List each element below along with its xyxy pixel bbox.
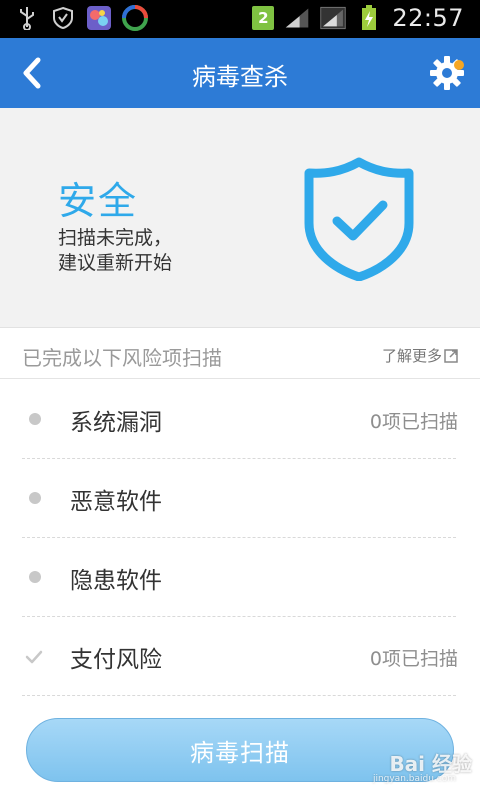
status-message-line2: 建议重新开始 [58,252,173,274]
learn-more-label: 了解更多 [381,347,442,365]
list-item-risky-software[interactable]: 隐患软件 [0,538,480,617]
status-dot-icon [28,491,42,505]
status-dot-icon [28,412,42,426]
notification-icons [14,5,148,31]
notification-dot [454,60,464,70]
checkmark-icon [25,649,43,664]
system-indicators: 2 22:57 [252,4,464,32]
scan-section-header: 已完成以下风险项扫描 了解更多 [0,329,480,379]
watermark-url: jingyan.baidu.com [372,774,456,784]
status-dot-icon [28,570,42,584]
status-message: 扫描未完成， 建议重新开始 [58,226,172,276]
list-item-payment-risk[interactable]: 支付风险 0项已扫描 [0,617,480,696]
list-item-malware[interactable]: 恶意软件 [0,459,480,538]
signal-strength-icon [320,5,346,31]
list-item-status: 0项已扫描 [369,648,458,670]
signal-icon [284,5,310,31]
colorful-app-icon [86,5,112,31]
divider [22,695,456,696]
section-title: 已完成以下风险项扫描 [22,346,222,370]
watermark-logo: Bai 经验 [389,752,472,776]
settings-button[interactable] [426,52,468,94]
learn-more-link[interactable]: 了解更多 [382,345,458,366]
swirl-app-icon [122,5,148,31]
list-item-system-vulnerability[interactable]: 系统漏洞 0项已扫描 [0,380,480,459]
list-item-status: 0项已扫描 [369,411,458,433]
usb-icon [14,5,40,31]
shield-check-icon [304,157,414,281]
security-status-panel: 安全 扫描未完成， 建议重新开始 [0,108,480,328]
list-item-label: 恶意软件 [70,489,162,515]
shield-app-icon [50,5,76,31]
scan-item-list: 系统漏洞 0项已扫描 恶意软件 隐患软件 支付风险 0项已扫描 [0,380,480,696]
list-item-label: 隐患软件 [70,568,162,594]
clock: 22:57 [392,4,464,32]
title-bar: 病毒查杀 [0,38,480,108]
status-message-line1: 扫描未完成， [58,227,173,249]
list-item-label: 系统漏洞 [70,410,162,436]
page-title: 病毒查杀 [192,63,288,91]
status-bar: 2 22:57 [0,0,480,38]
external-link-icon [444,348,458,363]
sim-slot-badge: 2 [252,6,275,30]
battery-charging-icon [356,5,382,31]
security-state: 安全 [58,179,139,223]
list-item-label: 支付风险 [70,647,162,673]
